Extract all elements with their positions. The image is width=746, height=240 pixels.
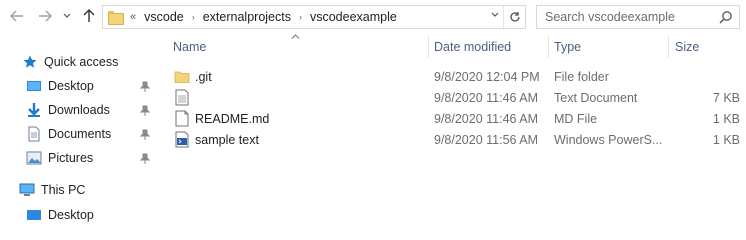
file-size: 1 KB — [712, 132, 740, 147]
search-input[interactable] — [545, 10, 715, 24]
pin-icon[interactable] — [139, 105, 151, 117]
file-size: 7 KB — [712, 90, 740, 105]
column-header-name[interactable]: Name — [173, 34, 428, 60]
powershell-file-icon — [174, 131, 190, 148]
breadcrumb-externalprojects[interactable]: externalprojects — [203, 10, 291, 24]
breadcrumb-separator-icon[interactable]: › — [192, 12, 195, 22]
navigation-bar: « vscode › externalprojects › vscodeexam… — [0, 0, 746, 34]
column-divider[interactable] — [428, 36, 429, 58]
pictures-icon — [26, 150, 42, 166]
downloads-icon — [26, 102, 42, 118]
sidebar-item-downloads[interactable]: Downloads — [26, 99, 110, 121]
desktop-icon — [26, 78, 42, 94]
search-icon[interactable] — [719, 10, 733, 24]
file-date: 9/8/2020 11:46 AM — [434, 111, 539, 126]
sidebar-item-label: This PC — [41, 183, 86, 197]
forward-arrow-icon[interactable] — [34, 5, 56, 27]
navigation-pane: Quick access Desktop Downloads Documents… — [0, 34, 160, 222]
sidebar-item-label: Downloads — [48, 103, 110, 117]
file-type: File folder — [554, 69, 609, 84]
address-bar[interactable]: « vscode › externalprojects › vscodeexam… — [102, 5, 526, 29]
file-name: README.md — [195, 111, 270, 126]
recent-locations-chevron-icon[interactable] — [60, 5, 74, 27]
column-header-label: Date modified — [434, 40, 512, 54]
sidebar-item-desktop[interactable]: Desktop — [26, 75, 94, 97]
column-divider[interactable] — [548, 36, 549, 58]
desktop-icon — [26, 207, 42, 223]
file-row[interactable]: sample text 9/8/2020 11:56 AM Windows Po… — [166, 129, 746, 150]
breadcrumb-separator-icon[interactable]: › — [299, 12, 302, 22]
folder-icon — [174, 68, 190, 85]
file-type: Windows PowerS... — [554, 132, 663, 147]
sidebar-item-quick-access[interactable]: Quick access — [22, 51, 118, 73]
file-size — [674, 66, 740, 87]
file-row[interactable]: README.md 9/8/2020 11:46 AM MD File 1 KB — [166, 108, 746, 129]
file-date: 9/8/2020 11:46 AM — [434, 90, 539, 105]
column-header-type[interactable]: Type — [554, 34, 664, 60]
breadcrumb-overflow[interactable]: « — [130, 11, 136, 23]
column-header-date[interactable]: Date modified — [434, 34, 546, 60]
sidebar-item-label: Desktop — [48, 79, 94, 93]
sidebar-item-label: Documents — [48, 127, 112, 141]
breadcrumb-vscodeexample[interactable]: vscodeexample — [310, 10, 397, 24]
file-date: 9/8/2020 11:56 AM — [434, 132, 539, 147]
file-row[interactable]: 9/8/2020 11:46 AM Text Document 7 KB — [166, 87, 746, 108]
computer-icon — [19, 182, 35, 198]
pin-icon[interactable] — [139, 81, 151, 93]
sidebar-item-documents[interactable]: Documents — [26, 123, 111, 145]
file-date: 9/8/2020 12:04 PM — [434, 69, 540, 84]
star-icon — [22, 54, 38, 70]
address-dropdown-icon[interactable] — [491, 10, 499, 21]
file-type: MD File — [554, 111, 598, 126]
sidebar-item-desktop-pc[interactable]: Desktop — [26, 204, 94, 226]
sidebar-item-this-pc[interactable]: This PC — [19, 179, 85, 201]
pin-icon[interactable] — [139, 153, 151, 165]
pin-icon[interactable] — [139, 129, 151, 141]
file-type: Text Document — [554, 90, 638, 105]
blank-file-icon — [174, 110, 190, 127]
sidebar-item-label: Quick access — [44, 55, 119, 69]
column-header-label: Size — [675, 40, 700, 54]
search-box[interactable] — [536, 5, 740, 29]
sidebar-item-label: Pictures — [48, 151, 94, 165]
sidebar-item-label: Desktop — [48, 208, 94, 222]
file-size: 1 KB — [712, 111, 740, 126]
up-arrow-icon[interactable] — [78, 5, 100, 27]
documents-icon — [26, 126, 42, 142]
text-document-icon — [174, 89, 190, 106]
folder-icon — [108, 10, 124, 25]
column-header-label: Name — [173, 40, 207, 54]
column-header-size[interactable]: Size — [675, 34, 741, 60]
sidebar-item-pictures[interactable]: Pictures — [26, 147, 93, 169]
file-name: .git — [195, 69, 212, 84]
back-arrow-icon[interactable] — [6, 5, 28, 27]
breadcrumb-vscode[interactable]: vscode — [144, 10, 184, 24]
refresh-icon[interactable] — [503, 6, 525, 28]
file-name — [195, 87, 425, 108]
column-divider[interactable] — [668, 36, 669, 58]
column-header-label: Type — [554, 40, 582, 54]
file-name: sample text — [195, 132, 259, 147]
file-row[interactable]: .git 9/8/2020 12:04 PM File folder — [166, 66, 746, 87]
